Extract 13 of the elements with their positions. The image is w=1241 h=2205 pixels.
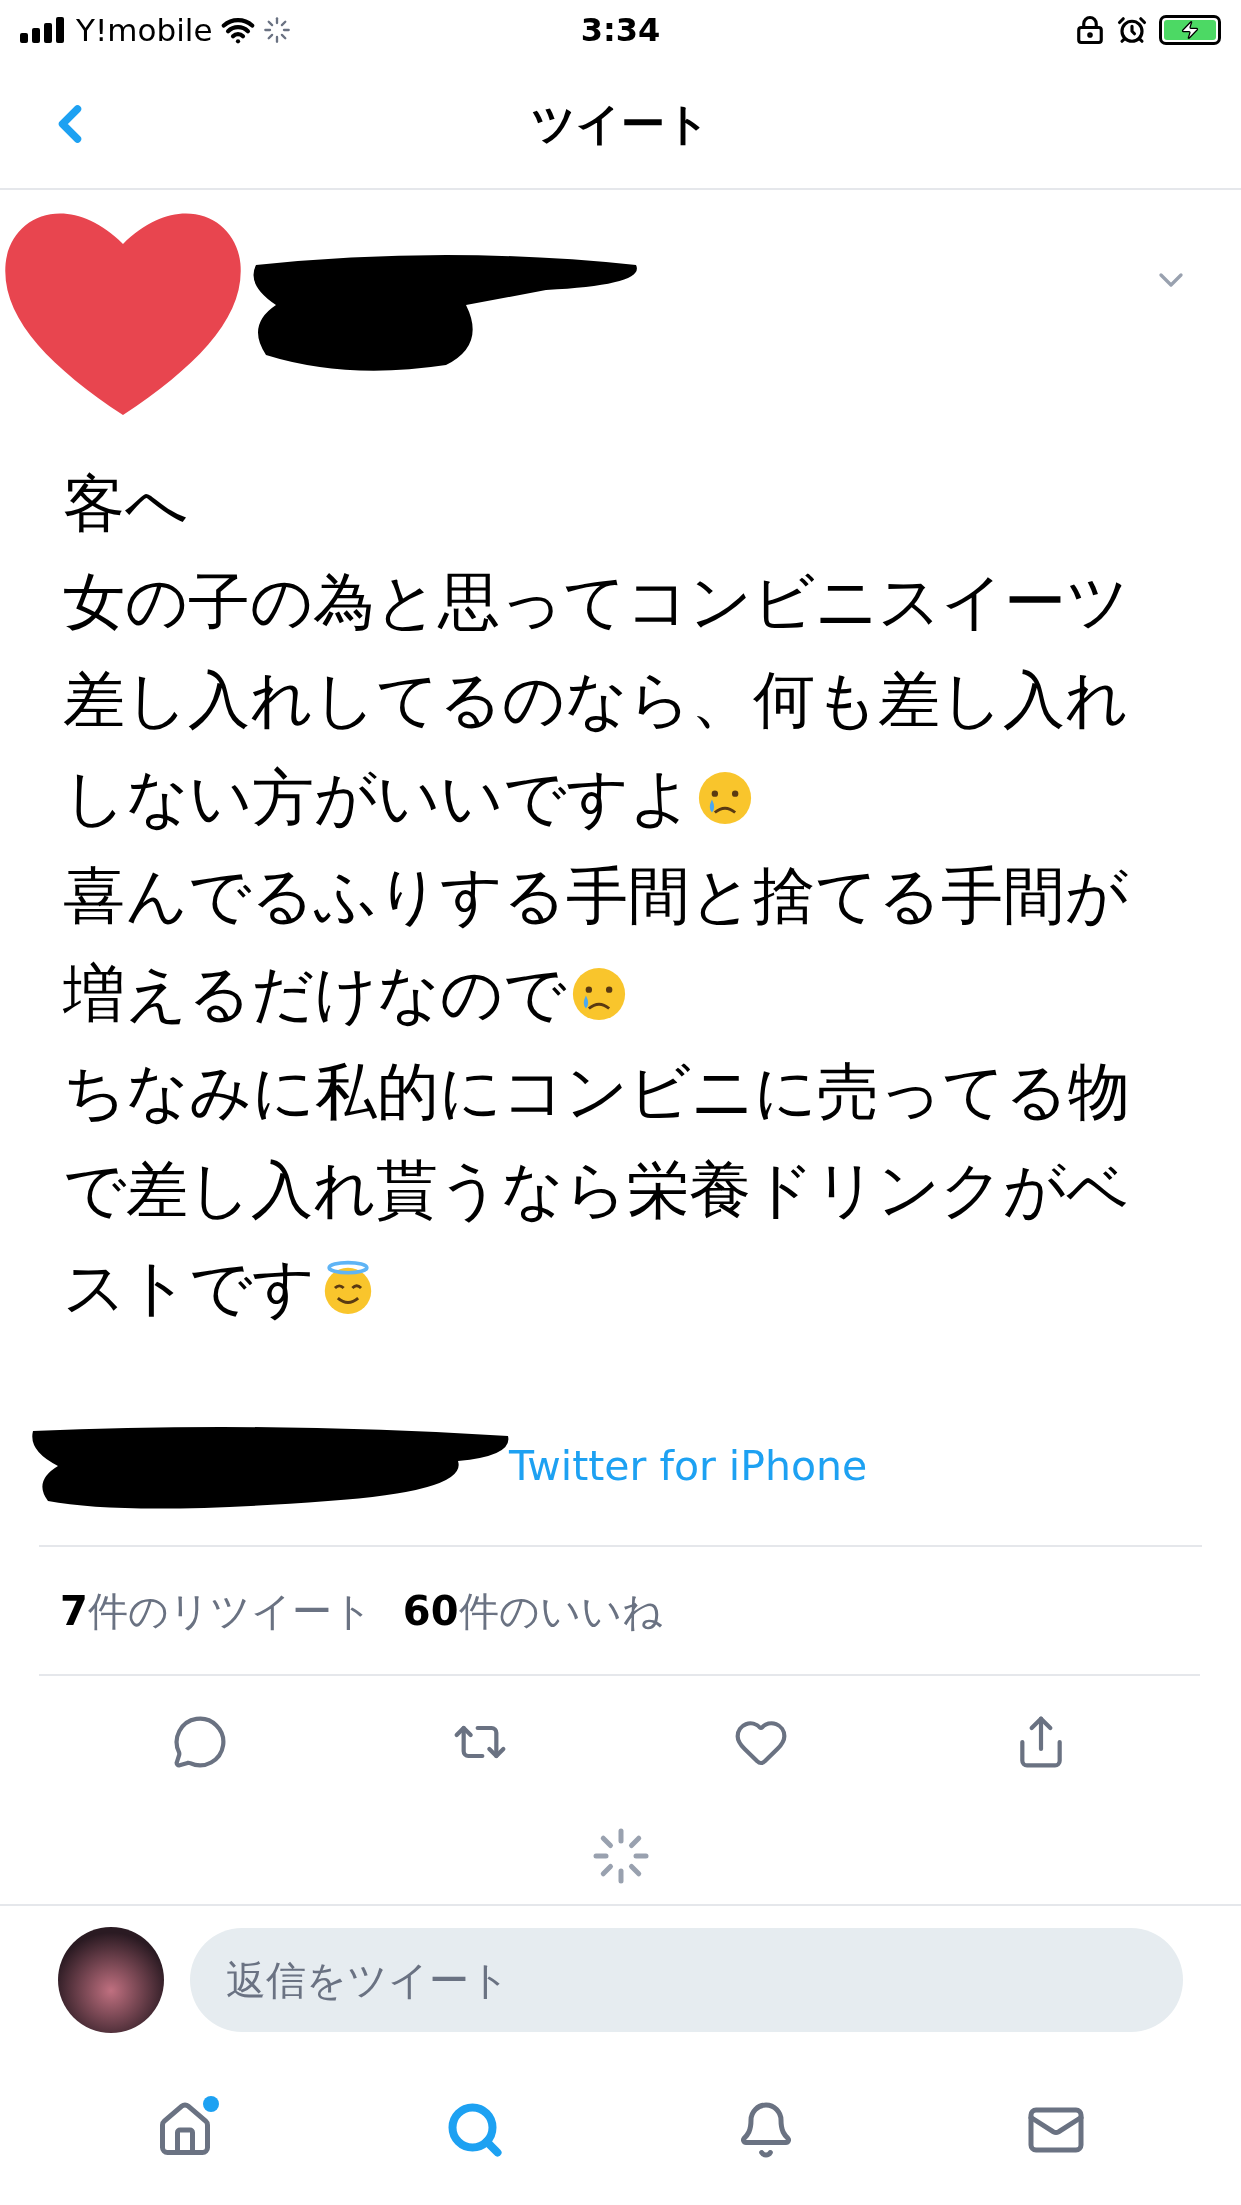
orientation-lock-icon — [1075, 15, 1105, 45]
alarm-icon — [1117, 15, 1147, 45]
engagement-count[interactable]: 7件のリツイート — [60, 1580, 373, 1641]
clock-time: 3:34 — [580, 10, 661, 51]
activity-spinner-icon — [262, 16, 291, 44]
crying-face-emoji-icon — [696, 769, 754, 827]
page-title: ツイート — [531, 97, 710, 151]
crying-face-emoji-icon — [570, 965, 628, 1023]
reply-field[interactable]: 返信をツイート — [190, 1928, 1183, 2032]
engagement-count[interactable]: 60件のいいね — [402, 1580, 663, 1641]
carrier-name: Y!mobile — [76, 10, 213, 50]
battery-icon — [1159, 15, 1221, 45]
tweet-text: 客へ 女の子の為と思ってコンビニスイーツ 差し入れしてるのなら、何も差し入れ しない方がいいですよ 喜んでるふりする手間と捨てる手間が 増えるだけなので ちなみに私的にコンビニに売ってる物 で差し入れ貰うなら栄養ドリンクがベ ストです — [62, 466, 1131, 1326]
